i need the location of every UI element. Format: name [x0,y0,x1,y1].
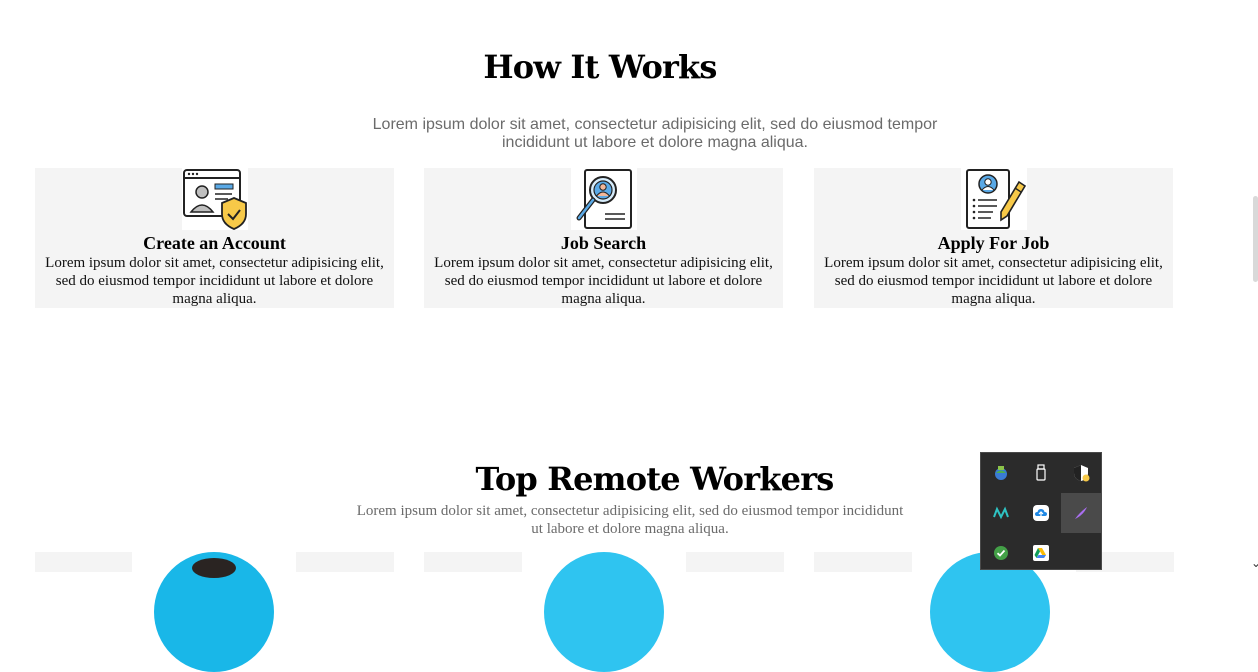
account-shield-icon [181,168,248,230]
worker-card-right-panel [296,552,394,572]
security-shield-icon[interactable] [1061,453,1101,493]
job-search-icon [570,168,637,230]
top-remote-workers-subtitle: Lorem ipsum dolor sit amet, consectetur … [356,503,904,537]
page-scrollbar-thumb[interactable] [1253,196,1258,282]
worker-avatar[interactable] [154,552,274,672]
usb-drive-icon[interactable] [1021,453,1061,493]
steps-row: Create an Account Lorem ipsum dolor sit … [35,168,1175,308]
how-it-works-title: How It Works [483,48,717,86]
step-card-create-account: Create an Account Lorem ipsum dolor sit … [35,168,394,308]
worker-card-left-panel [814,552,912,572]
application-pencil-icon [960,168,1027,230]
step-description: Lorem ipsum dolor sit amet, consectetur … [434,255,773,307]
feather-app-icon[interactable] [1061,493,1101,533]
worker-card-left-panel [35,552,132,572]
cloud-upload-icon[interactable] [1021,493,1061,533]
worker-hair [192,558,236,578]
worker-avatar[interactable] [544,552,664,672]
step-card-job-search: Job Search Lorem ipsum dolor sit amet, c… [424,168,783,308]
worker-card-left-panel [424,552,522,572]
step-description: Lorem ipsum dolor sit amet, consectetur … [824,255,1163,307]
step-title: Create an Account [143,233,286,253]
step-title: Job Search [560,233,647,253]
meta-app-icon[interactable] [981,493,1021,533]
network-globe-icon[interactable] [981,453,1021,493]
system-tray-overflow [980,452,1102,570]
step-card-apply-for-job: Apply For Job Lorem ipsum dolor sit amet… [814,168,1173,308]
step-title: Apply For Job [937,233,1050,253]
google-drive-icon[interactable] [1021,533,1061,573]
step-description: Lorem ipsum dolor sit amet, consectetur … [45,255,384,307]
how-it-works-subtitle: Lorem ipsum dolor sit amet, consectetur … [372,116,938,151]
worker-card-right-panel [686,552,784,572]
green-check-icon[interactable] [981,533,1021,573]
